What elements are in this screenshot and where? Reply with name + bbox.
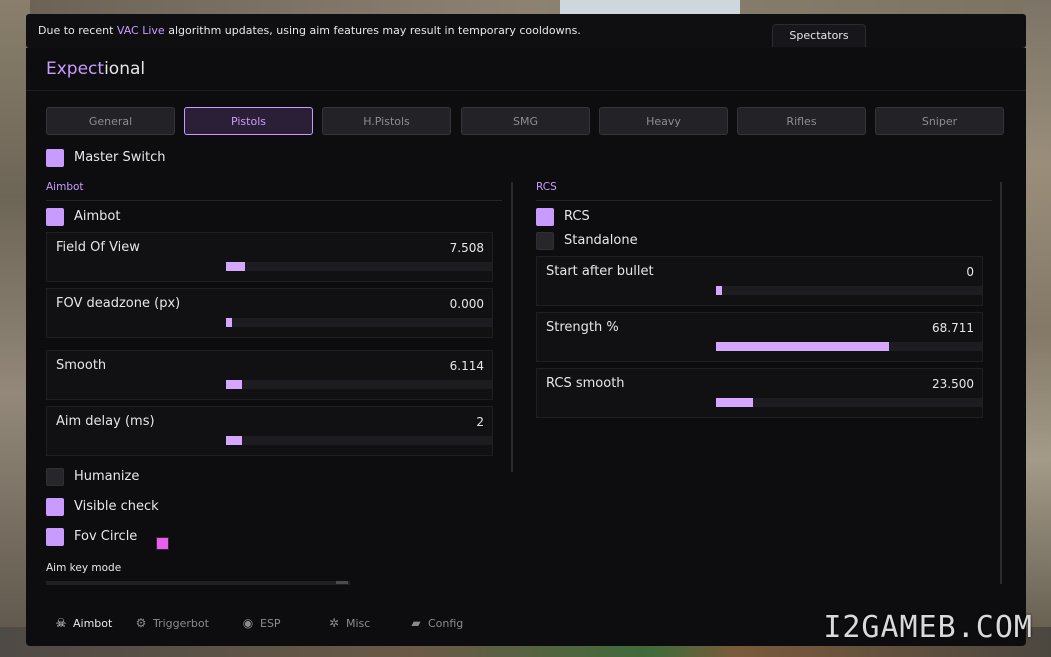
start-after-bullet-slider[interactable]: Start after bullet 0 [536, 256, 983, 306]
eye-icon: ◉ [242, 616, 254, 630]
skull-icon: ☠ [55, 616, 67, 630]
header-divider [26, 90, 1026, 91]
rcs-smooth-slider[interactable]: RCS smooth 23.500 [536, 368, 983, 418]
slider-track[interactable] [716, 342, 982, 351]
visible-check-label: Visible check [74, 499, 159, 514]
slider-track[interactable] [226, 262, 492, 271]
standalone-label: Standalone [564, 233, 638, 248]
cheat-menu-window: Expectional General Pistols H.Pistols SM… [26, 48, 1026, 646]
notice-text: Due to recent VAC Live algorithm updates… [38, 24, 581, 37]
tab-general[interactable]: General [46, 107, 175, 135]
notice-bar: Due to recent VAC Live algorithm updates… [26, 14, 1026, 48]
tab-rifles[interactable]: Rifles [737, 107, 866, 135]
rcs-label: RCS [564, 209, 590, 224]
spectators-tab[interactable]: Spectators [772, 24, 866, 47]
slider-fill [226, 380, 242, 389]
aim-key-mode-label: Aim key mode [46, 562, 122, 574]
master-switch-checkbox[interactable] [46, 149, 64, 167]
humanize-label: Humanize [74, 469, 140, 484]
slider-value: 0 [966, 265, 974, 279]
slider-value: 6.114 [449, 359, 484, 373]
rcs-checkbox[interactable] [536, 208, 554, 226]
aimbot-section-divider [46, 200, 502, 201]
visible-check-checkbox[interactable] [46, 498, 64, 516]
tab-sniper[interactable]: Sniper [875, 107, 1004, 135]
nav-triggerbot[interactable]: ⚙ Triggerbot [134, 608, 209, 638]
fov-deadzone-slider[interactable]: FOV deadzone (px) 0.000 [46, 288, 493, 338]
slider-track[interactable] [226, 380, 492, 389]
fov-slider[interactable]: Field Of View 7.508 [46, 232, 493, 282]
fov-circle-checkbox[interactable] [46, 528, 64, 546]
slider-label: FOV deadzone (px) [56, 296, 181, 311]
aimbot-label: Aimbot [74, 209, 121, 224]
brand-title: Expectional [46, 59, 146, 79]
nav-esp[interactable]: ◉ ESP [241, 608, 281, 638]
aimbot-section-title: Aimbot [46, 181, 84, 193]
fov-circle-label: Fov Circle [74, 529, 138, 544]
slider-track[interactable] [226, 318, 492, 327]
aim-key-mode-dropdown[interactable] [46, 581, 350, 585]
slider-label: Smooth [56, 358, 107, 373]
slider-track[interactable] [716, 398, 982, 407]
slider-fill [226, 436, 242, 445]
background-wall-right [1023, 0, 1051, 657]
folder-icon: ▰ [411, 616, 421, 630]
slider-label: Start after bullet [546, 264, 654, 279]
notice-highlight: VAC Live [116, 24, 165, 37]
slider-track[interactable] [226, 436, 492, 445]
slider-fill [716, 398, 753, 407]
gear-icon: ⚙ [135, 616, 147, 630]
column-divider[interactable] [511, 182, 513, 472]
slider-value: 23.500 [932, 377, 974, 391]
slider-label: Field Of View [56, 240, 140, 255]
humanize-checkbox[interactable] [46, 468, 64, 486]
slider-value: 7.508 [449, 241, 484, 255]
nav-misc[interactable]: ✲ Misc [327, 608, 370, 638]
tab-h-pistols[interactable]: H.Pistols [322, 107, 451, 135]
dropdown-scroll-knob [336, 581, 348, 584]
slider-track[interactable] [716, 286, 982, 295]
fov-circle-color-swatch[interactable] [156, 537, 169, 550]
slider-fill [226, 318, 232, 327]
slider-value: 68.711 [932, 321, 974, 335]
rcs-section-title: RCS [536, 181, 557, 193]
nav-aimbot[interactable]: ☠ Aimbot [54, 608, 113, 638]
master-switch-label: Master Switch [74, 150, 166, 165]
slider-fill [716, 342, 889, 351]
smooth-slider[interactable]: Smooth 6.114 [46, 350, 493, 400]
aim-delay-slider[interactable]: Aim delay (ms) 2 [46, 406, 493, 456]
standalone-checkbox[interactable] [536, 232, 554, 250]
tab-heavy[interactable]: Heavy [599, 107, 728, 135]
nav-config[interactable]: ▰ Config [409, 608, 463, 638]
strength-slider[interactable]: Strength % 68.711 [536, 312, 983, 362]
slider-value: 2 [476, 415, 484, 429]
rcs-section-divider [536, 200, 992, 201]
tab-smg[interactable]: SMG [461, 107, 590, 135]
slider-label: Strength % [546, 320, 619, 335]
slider-label: RCS smooth [546, 376, 625, 391]
slider-fill [716, 286, 722, 295]
background-sky [560, 0, 740, 14]
scrollbar[interactable] [1000, 182, 1002, 584]
watermark: I2GAMEB.COM [823, 610, 1033, 645]
slider-label: Aim delay (ms) [56, 414, 155, 429]
slider-fill [226, 262, 245, 271]
aimbot-checkbox[interactable] [46, 208, 64, 226]
misc-icon: ✲ [328, 616, 340, 630]
background-top [0, 0, 1051, 14]
tab-pistols[interactable]: Pistols [184, 107, 313, 135]
slider-value: 0.000 [449, 297, 484, 311]
